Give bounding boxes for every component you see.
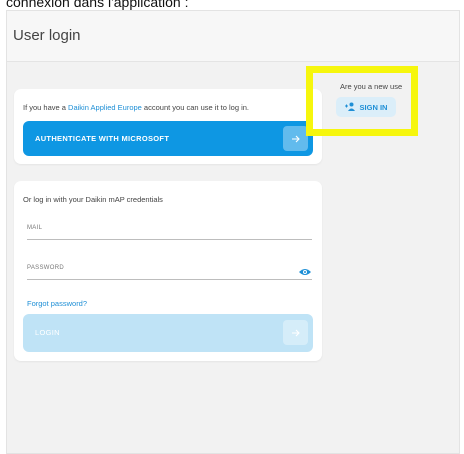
password-field[interactable]: PASSWORD: [27, 261, 312, 280]
authenticate-microsoft-label: AUTHENTICATE WITH MICROSOFT: [35, 134, 170, 143]
microsoft-intro-text: If you have a Daikin Applied Europe acco…: [23, 103, 249, 112]
mail-input[interactable]: [27, 221, 312, 239]
arrow-right-icon: [283, 126, 308, 151]
page-title: User login: [13, 27, 81, 44]
forgot-password-link[interactable]: Forgot password?: [27, 299, 87, 308]
highlight-box: [306, 66, 418, 136]
microsoft-login-card: If you have a Daikin Applied Europe acco…: [14, 89, 322, 164]
credentials-login-card: Or log in with your Daikin mAP credentia…: [14, 181, 322, 361]
intro-after: account you can use it to log in.: [141, 103, 249, 112]
password-input[interactable]: [27, 261, 312, 279]
login-label: LOGIN: [35, 328, 60, 337]
mail-field[interactable]: MAIL: [27, 221, 312, 240]
login-button[interactable]: LOGIN: [23, 314, 313, 352]
page-caption: connexion dans l'application :: [6, 0, 189, 10]
header: User login: [7, 11, 459, 62]
authenticate-microsoft-button[interactable]: AUTHENTICATE WITH MICROSOFT: [23, 121, 313, 156]
credentials-title: Or log in with your Daikin mAP credentia…: [23, 195, 163, 204]
arrow-right-icon: [283, 320, 308, 345]
intro-before: If you have a: [23, 103, 69, 112]
daikin-europe-link[interactable]: Daikin Applied Europe: [68, 103, 142, 112]
eye-icon[interactable]: [298, 264, 312, 275]
